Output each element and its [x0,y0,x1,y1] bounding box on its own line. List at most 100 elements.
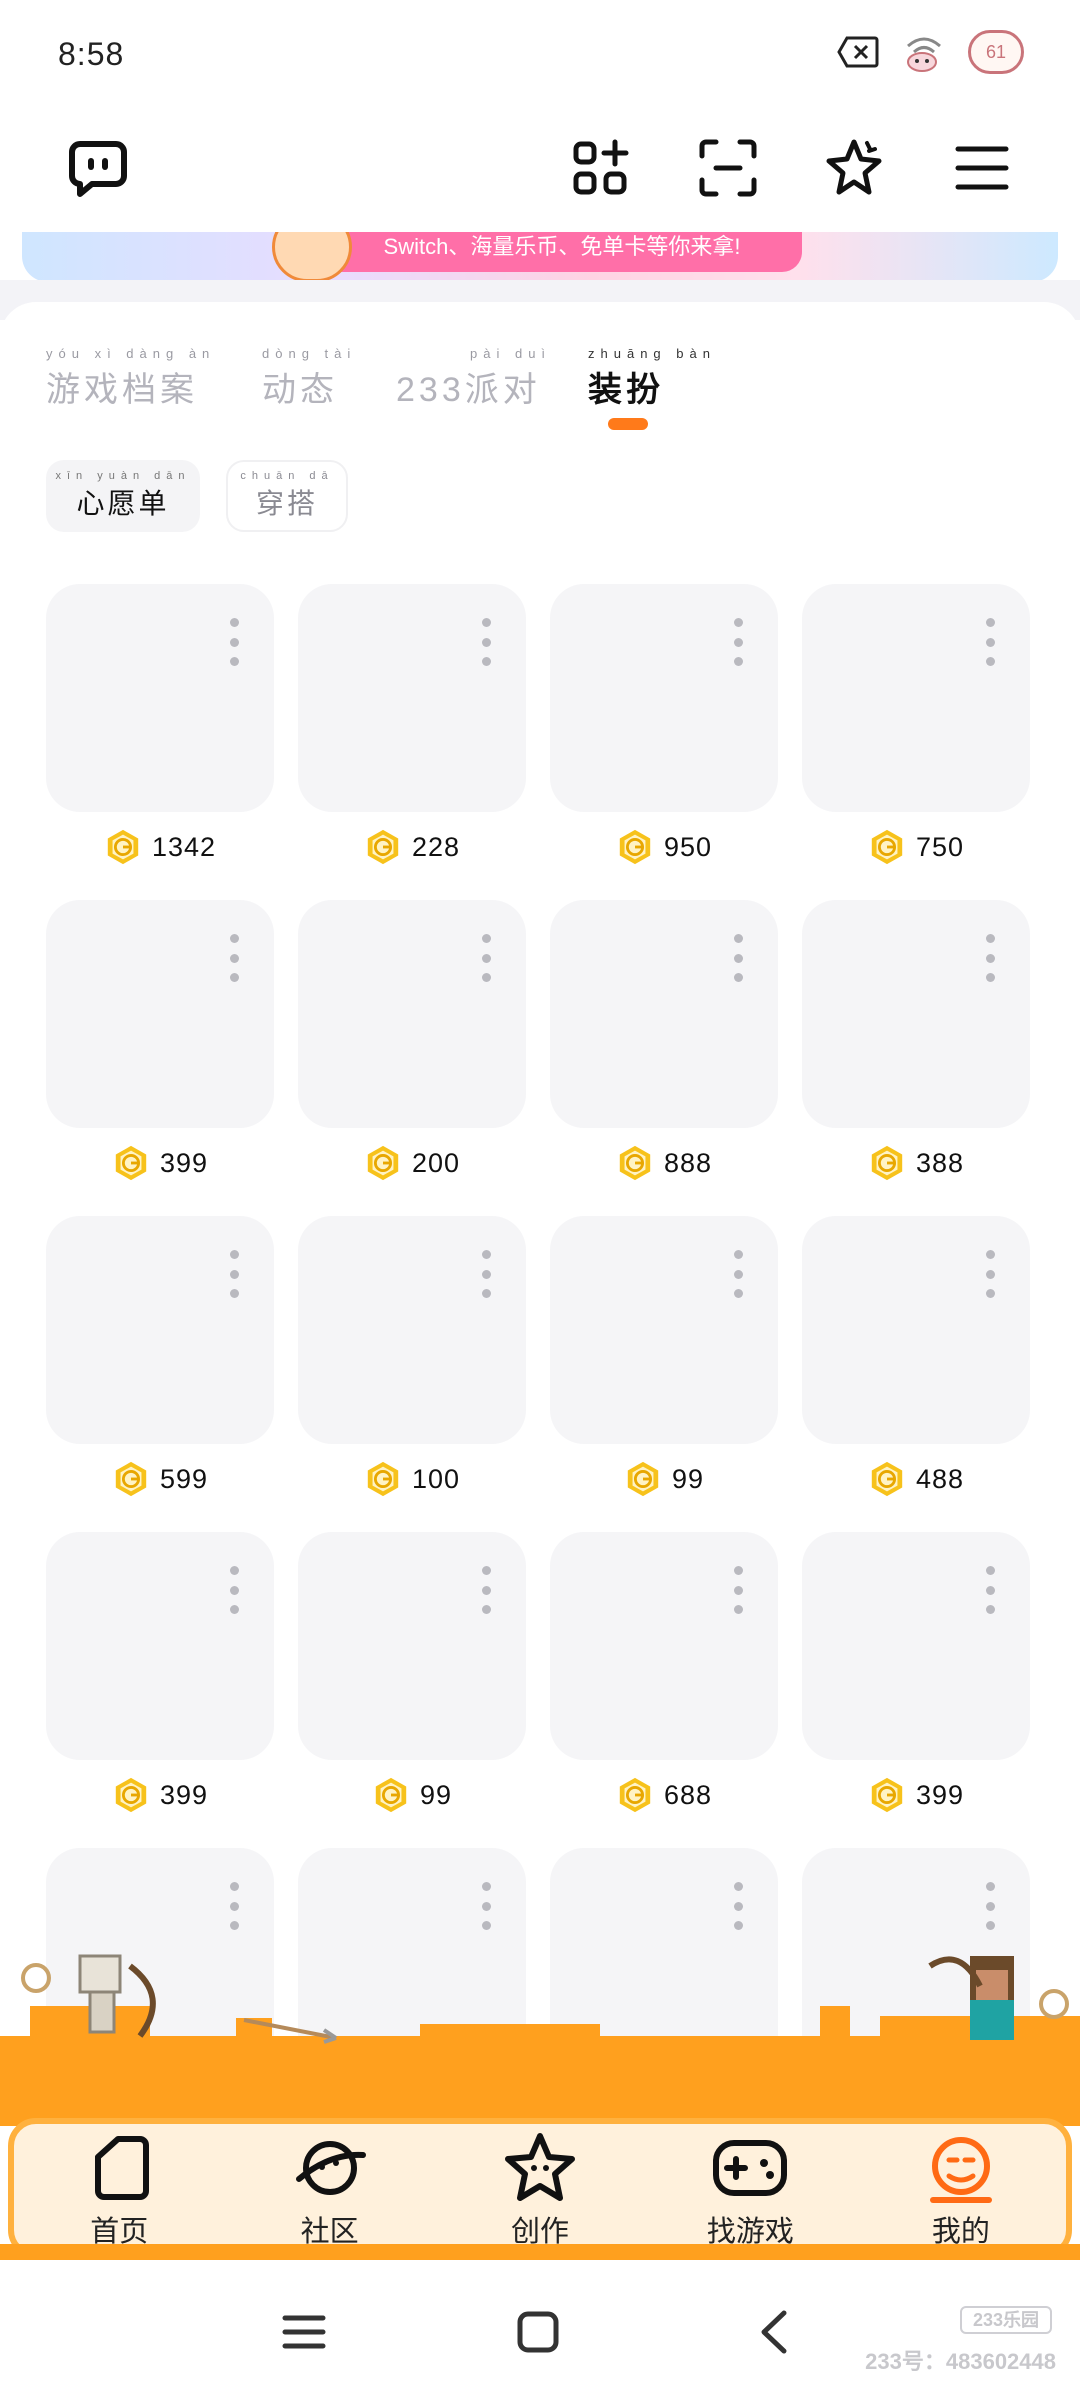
more-options-icon[interactable] [476,1566,496,1614]
wishlist-item[interactable]: 488 [802,1216,1030,1516]
item-thumbnail[interactable] [298,900,526,1128]
more-options-icon[interactable] [980,934,1000,982]
price-value: 399 [159,1779,209,1810]
item-thumbnail[interactable] [46,900,274,1128]
more-options-icon[interactable] [980,1250,1000,1298]
back-button[interactable] [744,2302,804,2362]
wishlist-item[interactable]: 399 [46,1532,274,1832]
chip-pinyin: chuān dā [240,470,334,482]
wishlist-item[interactable]: 1342 [46,584,274,884]
price-value: 388 [915,1147,965,1178]
nav-community[interactable]: 社区 [224,2124,434,2252]
wishlist-item[interactable]: 228 [298,584,526,884]
wishlist-item[interactable]: 950 [550,584,778,884]
item-thumbnail[interactable] [298,1216,526,1444]
price-value: 688 [663,1779,713,1810]
tab-label: 装扮 [588,371,664,409]
tab-active-indicator [608,418,648,430]
more-options-icon[interactable] [728,934,748,982]
more-options-icon[interactable] [224,1566,244,1614]
wishlist-item[interactable]: 688 [550,1532,778,1832]
item-thumbnail[interactable] [46,1532,274,1760]
item-thumbnail[interactable] [550,1216,778,1444]
top-toolbar [0,108,1080,233]
battery-badge: 61 [968,30,1024,74]
chip-outfits[interactable]: chuān dā 穿搭 [226,460,348,532]
price-value: 228 [411,831,461,862]
menu-icon[interactable] [942,128,1022,208]
more-options-icon[interactable] [476,1250,496,1298]
more-options-icon[interactable] [728,1566,748,1614]
more-options-icon[interactable] [728,1882,748,1930]
wishlist-item[interactable]: 750 [802,584,1030,884]
more-options-icon[interactable] [224,934,244,982]
item-thumbnail[interactable] [46,1216,274,1444]
coin-icon [619,1145,651,1181]
price-value: 888 [663,1147,713,1178]
more-options-icon[interactable] [980,1566,1000,1614]
more-options-icon[interactable] [728,1250,748,1298]
item-thumbnail[interactable] [802,900,1030,1128]
promo-banner[interactable]: Switch、海量乐币、免单卡等你来拿! [22,232,1058,282]
more-options-icon[interactable] [980,1882,1000,1930]
star-sparkle-icon[interactable] [814,128,894,208]
tab-activity[interactable]: dòng tài 动态 [262,346,356,411]
wishlist-item[interactable]: 100 [298,1216,526,1516]
scan-icon[interactable] [688,128,768,208]
recent-apps-button[interactable] [274,2302,334,2362]
more-options-icon[interactable] [224,1250,244,1298]
price-value: 399 [915,1779,965,1810]
item-price: 100 [298,1456,526,1502]
more-options-icon[interactable] [980,618,1000,666]
apps-grid-icon[interactable] [560,128,640,208]
more-options-icon[interactable] [476,1882,496,1930]
more-options-icon[interactable] [476,618,496,666]
item-thumbnail[interactable] [802,584,1030,812]
nav-home[interactable]: 首页 [14,2124,224,2252]
item-thumbnail[interactable] [46,584,274,812]
price-value: 950 [663,831,713,862]
wishlist-item[interactable]: 200 [298,900,526,1200]
coin-icon [367,1461,399,1497]
tab-label: 游戏档案 [46,371,198,409]
wishlist-item[interactable]: 99 [298,1532,526,1832]
item-thumbnail[interactable] [298,1532,526,1760]
tab-game-archive[interactable]: yóu xì dàng àn 游戏档案 [46,346,215,411]
chat-bubble-icon[interactable] [58,128,138,208]
more-options-icon[interactable] [224,1882,244,1930]
item-thumbnail[interactable] [802,1216,1030,1444]
item-thumbnail[interactable] [550,900,778,1128]
coin-icon [115,1461,147,1497]
nav-find-games[interactable]: 找游戏 [645,2124,855,2252]
item-price: 388 [802,1140,1030,1186]
watermark-id: 233号：483602448 [865,2349,1056,2374]
nav-bottom-strip [0,2244,1080,2260]
wishlist-item[interactable]: 99 [550,1216,778,1516]
nav-create[interactable]: 创作 [435,2124,645,2252]
coin-icon [871,1777,903,1813]
banner-text: Switch、海量乐币、免单卡等你来拿! [322,232,802,272]
chip-wishlist[interactable]: xīn yuàn dān 心愿单 [46,460,200,532]
wishlist-item[interactable]: 399 [46,900,274,1200]
item-price: 399 [46,1140,274,1186]
item-thumbnail[interactable] [550,584,778,812]
tab-party[interactable]: pài duì 233派对 [396,346,551,411]
nav-profile[interactable]: 我的 [856,2124,1066,2252]
tab-dressup[interactable]: zhuāng bàn 装扮 [588,346,716,411]
wishlist-item[interactable]: 888 [550,900,778,1200]
banner-character-icon [272,232,352,282]
home-button[interactable] [508,2302,568,2362]
wishlist-item[interactable]: 399 [802,1532,1030,1832]
wishlist-item[interactable]: 388 [802,900,1030,1200]
item-thumbnail[interactable] [550,1532,778,1760]
wishlist-item[interactable]: 599 [46,1216,274,1516]
more-options-icon[interactable] [728,618,748,666]
tab-pinyin: yóu xì dàng àn [46,346,216,361]
close-box-icon [836,32,880,72]
item-price: 99 [550,1456,778,1502]
more-options-icon[interactable] [224,618,244,666]
more-options-icon[interactable] [476,934,496,982]
item-thumbnail[interactable] [802,1532,1030,1760]
item-thumbnail[interactable] [298,584,526,812]
tab-label: 动态 [262,371,338,409]
